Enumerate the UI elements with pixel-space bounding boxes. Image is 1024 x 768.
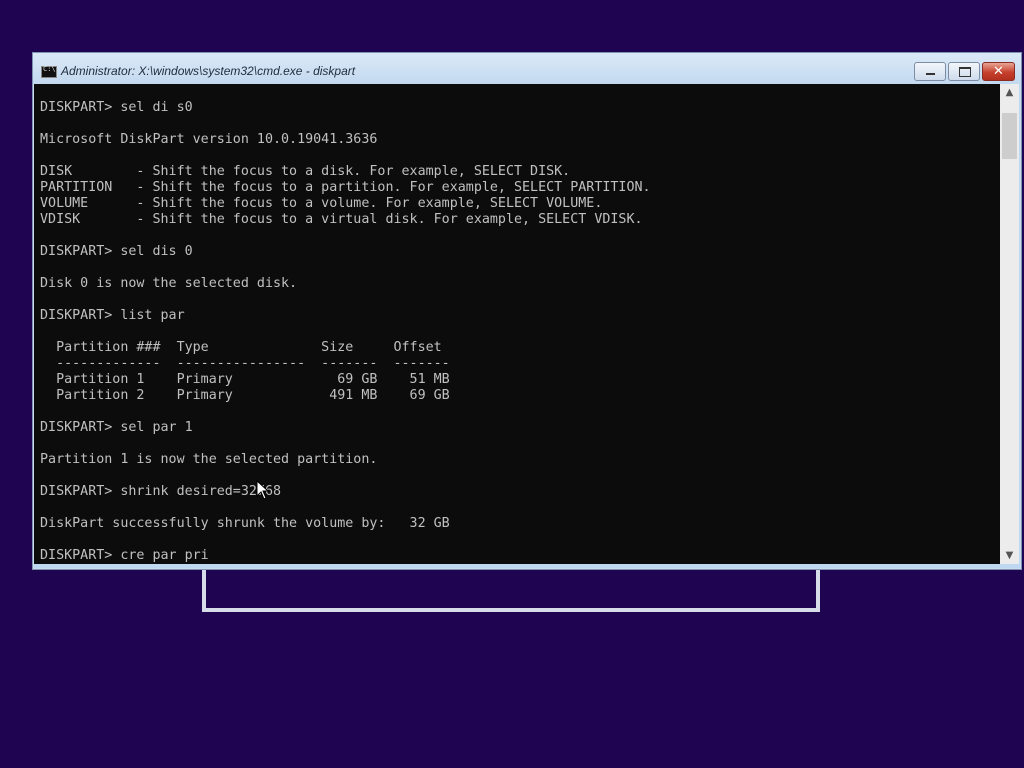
close-icon: ✕ <box>993 64 1004 79</box>
scrollbar-thumb[interactable] <box>1002 113 1017 159</box>
console-line: ------------- ---------------- ------- -… <box>40 356 450 371</box>
minimize-button[interactable] <box>914 62 946 81</box>
console-output[interactable]: DISKPART> sel di s0 Microsoft DiskPart ve… <box>34 84 1000 564</box>
window-title: Administrator: X:\windows\system32\cmd.e… <box>61 64 356 78</box>
console-line: Partition 2 Primary 491 MB 69 GB <box>40 388 450 403</box>
title-bar[interactable]: Administrator: X:\windows\system32\cmd.e… <box>33 53 1021 84</box>
console-line: DiskPart successfully shrunk the volume … <box>40 516 450 531</box>
console-line: Partition ### Type Size Offset <box>40 340 442 355</box>
console-line: DISKPART> sel par 1 <box>40 420 193 435</box>
scroll-down-arrow-icon[interactable]: ▼ <box>1000 547 1019 564</box>
console-line: Microsoft DiskPart version 10.0.19041.36… <box>40 132 378 147</box>
console-line: DISKPART> shrink desired=32768 <box>40 484 282 499</box>
console-line: VOLUME - Shift the focus to a volume. Fo… <box>40 196 603 211</box>
console-line: DISK - Shift the focus to a disk. For ex… <box>40 164 571 179</box>
vertical-scrollbar[interactable]: ▲ ▼ <box>1000 84 1019 564</box>
scroll-up-arrow-icon[interactable]: ▲ <box>1000 84 1019 101</box>
console-line: Disk 0 is now the selected disk. <box>40 276 298 291</box>
console-line: DISKPART> sel di s0 <box>40 100 193 115</box>
console-line: VDISK - Shift the focus to a virtual dis… <box>40 212 643 227</box>
cmd-app-icon[interactable] <box>41 65 57 78</box>
mouse-pointer-icon <box>256 480 270 500</box>
console-line: PARTITION - Shift the focus to a partiti… <box>40 180 651 195</box>
console-line: DISKPART> cre par pri <box>40 548 209 563</box>
console-line: DISKPART> sel dis 0 <box>40 244 193 259</box>
console-line: Partition 1 Primary 69 GB 51 MB <box>40 372 450 387</box>
console-line: DISKPART> list par <box>40 308 185 323</box>
console-window[interactable]: Administrator: X:\windows\system32\cmd.e… <box>32 52 1022 570</box>
console-line: Partition 1 is now the selected partitio… <box>40 452 378 467</box>
close-button[interactable]: ✕ <box>982 62 1015 81</box>
minimize-icon <box>926 73 935 75</box>
maximize-button[interactable] <box>948 62 980 81</box>
maximize-icon <box>959 67 971 77</box>
